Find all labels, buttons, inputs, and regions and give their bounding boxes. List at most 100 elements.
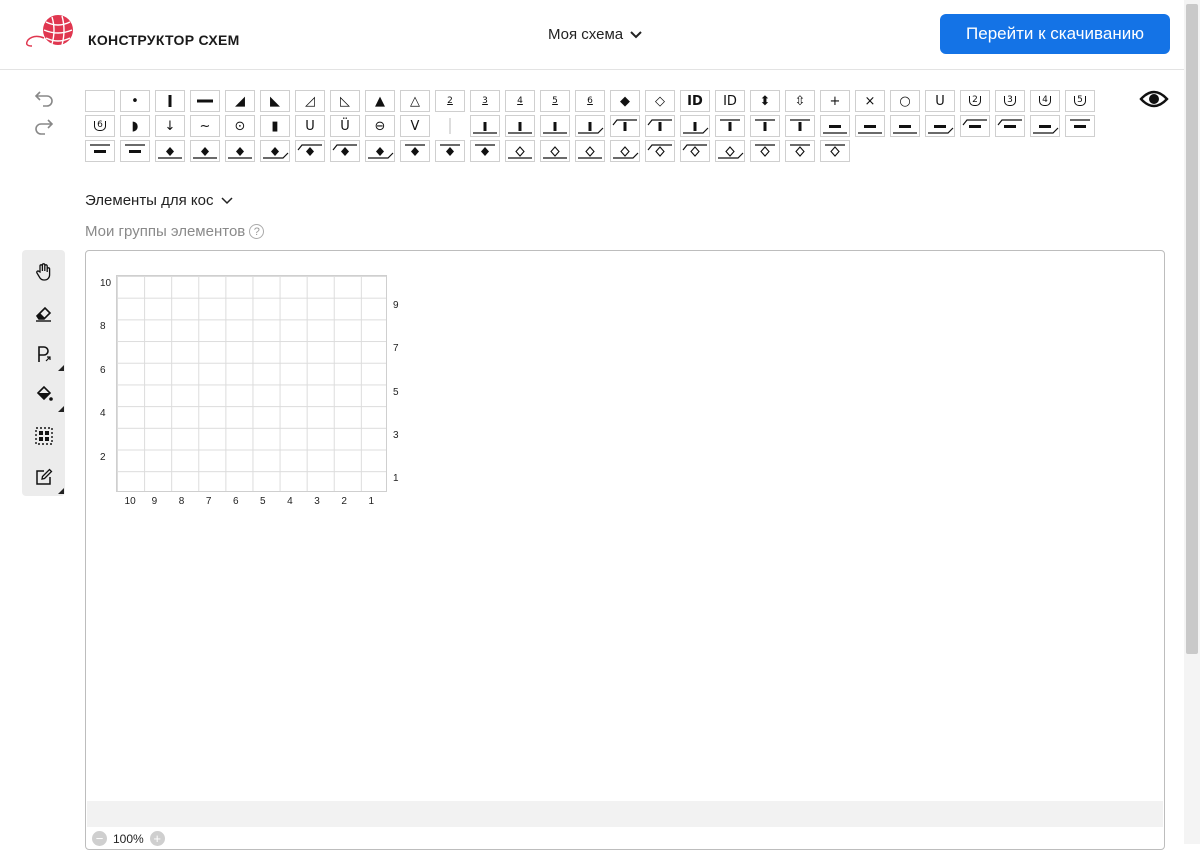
knitting-grid[interactable] <box>116 275 387 492</box>
select-tool[interactable] <box>28 420 59 451</box>
symbol-u-dot[interactable]: Ü <box>330 115 360 137</box>
symbol-u-3[interactable]: 3 <box>995 90 1025 112</box>
edit-icon <box>35 468 52 485</box>
symbol-cable-hbar-3[interactable] <box>890 115 920 137</box>
symbol-tilde[interactable]: ~ <box>190 115 220 137</box>
download-button[interactable]: Перейти к скачиванию <box>940 14 1170 54</box>
symbol-cable-odiamond-6[interactable] <box>680 140 710 162</box>
symbol-cable-vbar-1[interactable] <box>470 115 500 137</box>
symbol-double-diamond[interactable]: ⬍ <box>750 90 780 112</box>
symbol-tri-right-outline[interactable]: ◿ <box>295 90 325 112</box>
symbol-hbar[interactable] <box>190 90 220 112</box>
symbol-ID-bold[interactable]: ID <box>680 90 710 112</box>
symbol-cable-hbar-8[interactable] <box>1065 115 1095 137</box>
cable-diamond-8-glyph <box>405 144 425 156</box>
symbol-cable-hbar-10[interactable] <box>120 140 150 162</box>
symbol-u-2[interactable]: 2 <box>960 90 990 112</box>
symbol-cable-hbar-9[interactable] <box>85 140 115 162</box>
eye-icon[interactable] <box>1139 87 1169 111</box>
symbol-cable-vbar-7[interactable] <box>680 115 710 137</box>
symbol-vbar[interactable] <box>155 90 185 112</box>
symbol-u[interactable]: U <box>925 90 955 112</box>
symbol-cable-diamond-10[interactable] <box>470 140 500 162</box>
symbol-v-5[interactable]: 5 <box>540 90 570 112</box>
symbol-cable-diamond-9[interactable] <box>435 140 465 162</box>
chart-canvas[interactable]: 10 8 6 4 2 9 7 5 3 1 10 9 8 7 6 5 4 3 2 1 <box>85 250 1165 850</box>
symbol-cable-hbar-6[interactable] <box>995 115 1025 137</box>
symbol-cable-odiamond-3[interactable] <box>575 140 605 162</box>
scrollbar-thumb[interactable] <box>1186 4 1198 654</box>
undo-button[interactable] <box>32 86 56 110</box>
symbol-cable-diamond-1[interactable] <box>155 140 185 162</box>
symbol-half-circle[interactable]: ◗ <box>120 115 150 137</box>
symbol-down-arrow[interactable]: ↓ <box>155 115 185 137</box>
cable-odiamond-2-glyph <box>543 146 567 159</box>
symbol-cable-hbar-2[interactable] <box>855 115 885 137</box>
symbol-cable-vbar-3[interactable] <box>540 115 570 137</box>
symbol-cable-vbar-4[interactable] <box>575 115 605 137</box>
symbol-cable-diamond-7[interactable] <box>365 140 395 162</box>
symbol-triangle-outline[interactable]: △ <box>400 90 430 112</box>
symbol-circle-dot[interactable]: ⊙ <box>225 115 255 137</box>
symbol-cable-vbar-6[interactable] <box>645 115 675 137</box>
symbol-cable-vbar-8[interactable] <box>715 115 745 137</box>
symbol-cable-vbar-10[interactable] <box>785 115 815 137</box>
symbol-empty[interactable] <box>85 90 115 112</box>
chevron-down-icon <box>630 30 642 38</box>
symbol-cable-hbar-7[interactable] <box>1030 115 1060 137</box>
pattern-tool[interactable] <box>28 338 64 371</box>
symbol-cable-diamond-8[interactable] <box>400 140 430 162</box>
symbol-cable-odiamond-1[interactable] <box>505 140 535 162</box>
eraser-tool[interactable] <box>28 297 59 328</box>
symbol-cable-hbar-1[interactable] <box>820 115 850 137</box>
symbol-cable-diamond-3[interactable] <box>225 140 255 162</box>
symbol-v-6[interactable]: 6 <box>575 90 605 112</box>
hand-tool[interactable] <box>28 256 59 287</box>
symbol-cable-odiamond-8[interactable] <box>750 140 780 162</box>
fill-tool[interactable] <box>28 379 64 412</box>
symbol-tri-right[interactable]: ◢ <box>225 90 255 112</box>
symbol-cable-vbar-5[interactable] <box>610 115 640 137</box>
symbol-cable-vbar-2[interactable] <box>505 115 535 137</box>
symbol-v-3[interactable]: 3 <box>470 90 500 112</box>
symbol-diamond[interactable]: ◆ <box>610 90 640 112</box>
symbol-tri-left[interactable]: ◣ <box>260 90 290 112</box>
symbol-diamond-outline[interactable]: ◇ <box>645 90 675 112</box>
symbol-u-4[interactable]: 4 <box>1030 90 1060 112</box>
symbol-cable-diamond-2[interactable] <box>190 140 220 162</box>
symbol-cable-diamond-4[interactable] <box>260 140 290 162</box>
symbol-circle[interactable]: ○ <box>890 90 920 112</box>
help-icon[interactable]: ? <box>249 224 265 239</box>
my-groups[interactable]: Мои группы элементов ? <box>85 223 265 240</box>
symbol-cross[interactable]: × <box>855 90 885 112</box>
redo-button[interactable] <box>32 114 56 138</box>
scheme-name-dropdown[interactable]: Моя схема <box>548 26 643 43</box>
symbol-cable-odiamond-4[interactable] <box>610 140 640 162</box>
symbol-u-6[interactable]: 6 <box>85 115 115 137</box>
symbol-double-diamond-outline[interactable]: ⇳ <box>785 90 815 112</box>
symbol-ID[interactable]: ID <box>715 90 745 112</box>
symbol-cable-odiamond-2[interactable] <box>540 140 570 162</box>
symbol-u-5[interactable]: 5 <box>1065 90 1095 112</box>
symbol-v-letter[interactable]: V <box>400 115 430 137</box>
symbol-tri-left-outline[interactable]: ◺ <box>330 90 360 112</box>
symbol-plus[interactable]: + <box>820 90 850 112</box>
symbol-cable-hbar-4[interactable] <box>925 115 955 137</box>
symbol-triangle[interactable]: ▲ <box>365 90 395 112</box>
symbol-cable-diamond-5[interactable] <box>295 140 325 162</box>
symbol-cable-diamond-6[interactable] <box>330 140 360 162</box>
symbol-cable-hbar-5[interactable] <box>960 115 990 137</box>
symbol-v-2[interactable]: 2 <box>435 90 465 112</box>
symbol-theta[interactable]: ⊖ <box>365 115 395 137</box>
symbol-cable-vbar-9[interactable] <box>750 115 780 137</box>
symbol-cable-odiamond-10[interactable] <box>820 140 850 162</box>
symbol-black-block[interactable]: ▮ <box>260 115 290 137</box>
symbol-cable-odiamond-7[interactable] <box>715 140 745 162</box>
symbol-u-outline[interactable]: U <box>295 115 325 137</box>
edit-tool[interactable] <box>28 461 64 494</box>
symbol-cable-odiamond-5[interactable] <box>645 140 675 162</box>
symbol-v-4[interactable]: 4 <box>505 90 535 112</box>
symbol-cable-odiamond-9[interactable] <box>785 140 815 162</box>
symbol-dot[interactable]: • <box>120 90 150 112</box>
braid-elements-dropdown[interactable]: Элементы для кос <box>85 192 234 209</box>
